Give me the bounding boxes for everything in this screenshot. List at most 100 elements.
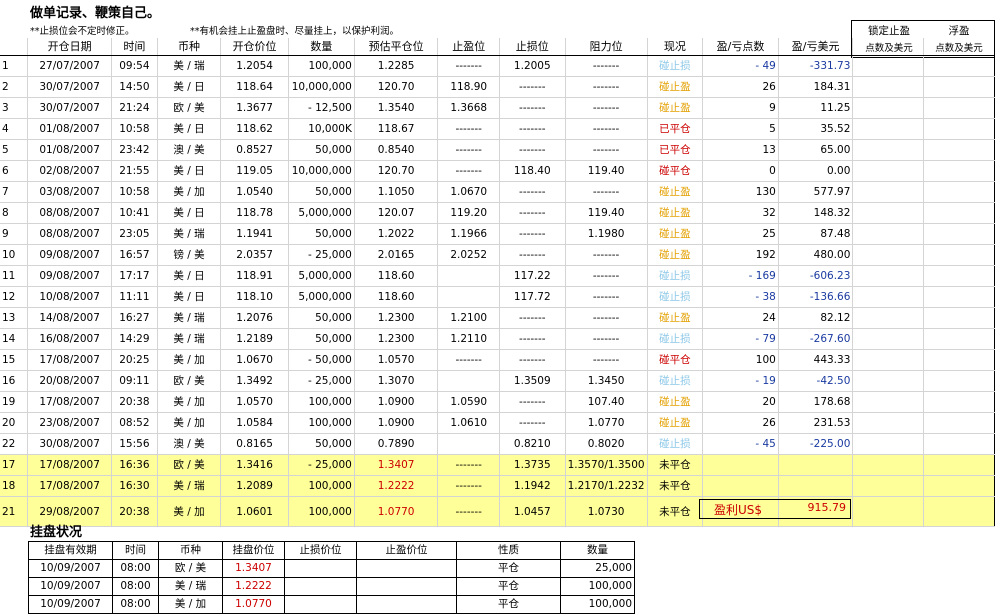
take-profit: 118.90: [437, 76, 501, 98]
open-time: 10:58: [111, 118, 158, 140]
currency-pair: 澳 / 美: [157, 433, 222, 455]
take-profit: 119.20: [437, 202, 501, 224]
stop-loss: 117.72: [499, 286, 566, 308]
quantity: 10,000K: [288, 118, 355, 140]
header-cell: 币种: [157, 38, 222, 56]
est-close: 1.1050: [354, 181, 439, 203]
resistance: -------: [565, 265, 648, 287]
take-profit: 1.0670: [437, 181, 501, 203]
header-cell: [0, 38, 29, 56]
open-time: 20:25: [111, 349, 158, 371]
open-time: 09:11: [111, 370, 158, 392]
stop-loss: -------: [499, 202, 566, 224]
est-close: 0.7890: [354, 433, 439, 455]
est-close: 118.60: [354, 286, 439, 308]
open-date: 17/08/2007: [27, 391, 112, 413]
open-price: 118.64: [220, 76, 289, 98]
header-cell: 止盈位: [437, 38, 501, 56]
status: 碰止盈: [647, 97, 704, 119]
status: 碰止损: [647, 370, 704, 392]
resistance: -------: [565, 307, 648, 329]
open-price: 1.0584: [220, 412, 289, 434]
status: 碰止损: [647, 55, 704, 77]
status: 碰止盈: [647, 202, 704, 224]
open-date: 01/08/2007: [27, 139, 112, 161]
currency-pair: 澳 / 美: [157, 139, 222, 161]
pnl-points: 25: [702, 223, 779, 245]
est-close: 1.3407: [354, 454, 439, 476]
take-profit: [437, 286, 501, 308]
stop-loss: 1.2005: [499, 55, 566, 77]
pending-orders-table: 挂盘有效期 时间 币种 挂盘价位 止损价位 止盈价位 性质 数量 10/09/2007 08:00…: [28, 541, 635, 614]
est-close: 1.3540: [354, 97, 439, 119]
status: 未平仓: [647, 454, 704, 476]
open-date: 09/08/2007: [27, 265, 112, 287]
pnl-usd: 11.25: [778, 97, 854, 119]
open-price: 1.3416: [220, 454, 289, 476]
take-profit: -------: [437, 55, 501, 77]
open-price: 0.8527: [220, 139, 289, 161]
take-profit: [437, 265, 501, 287]
take-profit: -------: [437, 475, 501, 497]
quantity: 50,000: [288, 223, 355, 245]
row-number: 11: [0, 265, 29, 287]
stop-loss: [284, 559, 357, 578]
order-type: 平仓: [456, 559, 561, 578]
stop-loss: 0.8210: [499, 433, 566, 455]
open-date: 23/08/2007: [27, 412, 112, 434]
row-number: 8: [0, 202, 29, 224]
status: 碰平仓: [647, 160, 704, 182]
currency-pair: 美 / 瑞: [157, 307, 222, 329]
pnl-usd: 480.00: [778, 244, 854, 266]
open-price: 1.3492: [220, 370, 289, 392]
resistance: 119.40: [565, 160, 648, 182]
row-number: 4: [0, 118, 29, 140]
currency-pair: 美 / 日: [157, 265, 222, 287]
status: 碰止盈: [647, 391, 704, 413]
status: 碰平仓: [647, 349, 704, 371]
table-row: 15 17/08/2007 20:25 美 / 加 1.0670- 50,000 1.05…: [0, 349, 995, 371]
currency-pair: 欧 / 美: [157, 370, 222, 392]
est-close: 0.8540: [354, 139, 439, 161]
take-profit: -------: [437, 160, 501, 182]
time: 08:00: [112, 559, 159, 578]
pending-header-cell: 币种: [158, 541, 223, 560]
open-time: 14:29: [111, 328, 158, 350]
open-time: 16:57: [111, 244, 158, 266]
pnl-usd: -225.00: [778, 433, 854, 455]
valid-date: 10/09/2007: [28, 577, 113, 596]
est-close: 1.2022: [354, 223, 439, 245]
stop-loss: -------: [499, 391, 566, 413]
quantity: - 25,000: [288, 244, 355, 266]
quantity: 5,000,000: [288, 265, 355, 287]
status: 碰止盈: [647, 181, 704, 203]
pnl-points: 130: [702, 181, 779, 203]
pending-title: 挂盘状况: [30, 525, 83, 540]
open-time: 15:56: [111, 433, 158, 455]
est-close: 2.0165: [354, 244, 439, 266]
valid-date: 10/09/2007: [28, 595, 113, 614]
currency-pair: 美 / 日: [157, 160, 222, 182]
quantity: 50,000: [288, 307, 355, 329]
open-date: 20/08/2007: [27, 370, 112, 392]
pnl-usd: 178.68: [778, 391, 854, 413]
est-close: 120.70: [354, 76, 439, 98]
table-row: 7 03/08/2007 10:58 美 / 加 1.0540 50,000 1.1050 1…: [0, 181, 995, 203]
take-profit: -------: [437, 454, 501, 476]
currency-pair: 美 / 瑞: [157, 475, 222, 497]
est-close: 1.0770: [354, 496, 439, 527]
open-price: 1.0670: [220, 349, 289, 371]
pnl-points: 26: [702, 76, 779, 98]
est-close: 1.3070: [354, 370, 439, 392]
open-price: 2.0357: [220, 244, 289, 266]
table-row: 4 01/08/2007 10:58 美 / 日 118.62 10,000K 118.67…: [0, 118, 995, 140]
open-price: 118.62: [220, 118, 289, 140]
open-position-row: 18 17/08/2007 16:30 美 / 瑞 1.2089 100,000 1.222…: [0, 475, 995, 497]
quantity: - 25,000: [288, 370, 355, 392]
header-cell: 数量: [288, 38, 355, 56]
take-profit: [356, 559, 457, 578]
open-price: 1.0570: [220, 391, 289, 413]
status: 碰止损: [647, 433, 704, 455]
status: 碰止损: [647, 265, 704, 287]
take-profit: -------: [437, 496, 501, 527]
